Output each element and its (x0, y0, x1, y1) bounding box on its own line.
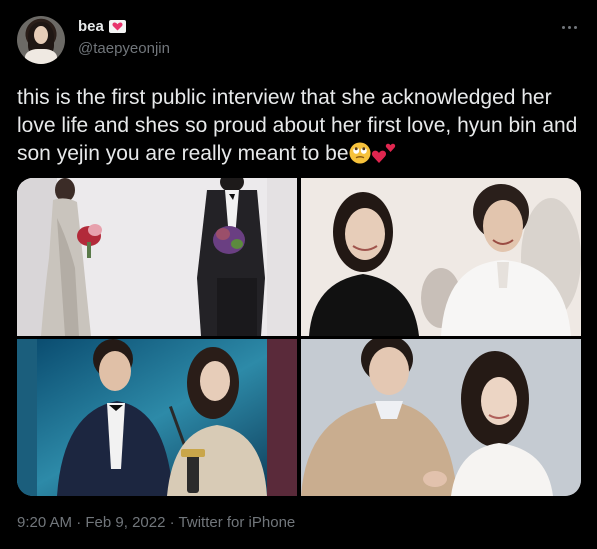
face-with-rolling-eyes-emoji (349, 142, 371, 164)
user-handle[interactable]: @taepyeonjin (78, 40, 170, 57)
tweet-meta: 9:20 AM · Feb 9, 2022 · Twitter for iPho… (17, 514, 295, 531)
media-grid[interactable] (17, 178, 581, 496)
tweet-body: this is the first public interview that … (17, 86, 578, 165)
tweet-time[interactable]: 9:20 AM (17, 514, 72, 531)
award-stage-photo[interactable] (17, 339, 297, 496)
heart-letter-icon (108, 20, 126, 33)
tweet-date[interactable]: Feb 9, 2022 (85, 514, 165, 531)
red-carpet-bouquets-photo[interactable] (17, 178, 297, 336)
meta-separator: · (76, 514, 82, 531)
more-options-icon[interactable] (562, 22, 582, 32)
author-name-row[interactable]: bea (78, 18, 126, 35)
avatar[interactable] (17, 16, 65, 64)
display-name[interactable]: bea (78, 18, 104, 35)
tweet-text: this is the first public interview that … (17, 84, 583, 168)
meta-separator-2: · (169, 514, 175, 531)
tweet-source[interactable]: Twitter for iPhone (179, 514, 296, 531)
smiling-couple-photo[interactable] (301, 178, 581, 336)
photoshoot-couple-photo[interactable] (301, 339, 581, 496)
two-hearts-emoji (371, 143, 395, 163)
